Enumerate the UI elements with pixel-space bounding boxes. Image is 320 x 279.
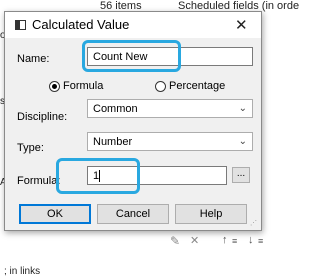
help-button[interactable]: Help [175,204,247,224]
formula-builder-button[interactable]: ... [232,167,250,183]
discipline-dropdown[interactable]: Common ⌄ [87,99,253,118]
close-icon[interactable]: ✕ [235,16,248,34]
type-value: Number [93,136,133,148]
edit-icon[interactable]: ✎ [170,234,180,248]
dialog-title: Calculated Value [32,17,130,32]
formula-radio[interactable] [49,81,60,92]
name-highlight [82,40,181,72]
move-up-icon[interactable]: ↑ [222,234,228,246]
discipline-label: Discipline: [17,111,68,123]
type-label: Type: [17,142,44,154]
ok-button[interactable]: OK [19,204,91,224]
footer-links-text: ; in links [4,266,41,277]
type-dropdown[interactable]: Number ⌄ [87,132,253,151]
background-toolbar: ✎ ✕ ↑ ≡ ↓ ≡ [170,234,270,250]
percentage-radio[interactable] [155,81,166,92]
calculated-value-dialog: Calculated Value ✕ Name: Count New Formu… [4,11,262,231]
move-down-lines-icon: ≡ [258,236,264,246]
resize-grip-icon[interactable]: ⋰ [250,219,257,227]
formula-highlight [56,158,140,194]
delete-icon[interactable]: ✕ [190,234,199,247]
move-up-lines-icon: ≡ [232,236,238,246]
dialog-titlebar[interactable]: Calculated Value ✕ [5,12,261,38]
discipline-value: Common [93,103,138,115]
window-icon [15,20,26,30]
cancel-button[interactable]: Cancel [97,204,169,224]
formula-radio-label[interactable]: Formula [63,80,103,92]
chevron-down-icon: ⌄ [238,136,247,147]
chevron-down-icon: ⌄ [238,103,247,114]
percentage-radio-label[interactable]: Percentage [169,80,225,92]
move-down-icon[interactable]: ↓ [248,234,254,246]
formula-label: Formula: [17,175,61,187]
name-label: Name: [17,53,50,65]
